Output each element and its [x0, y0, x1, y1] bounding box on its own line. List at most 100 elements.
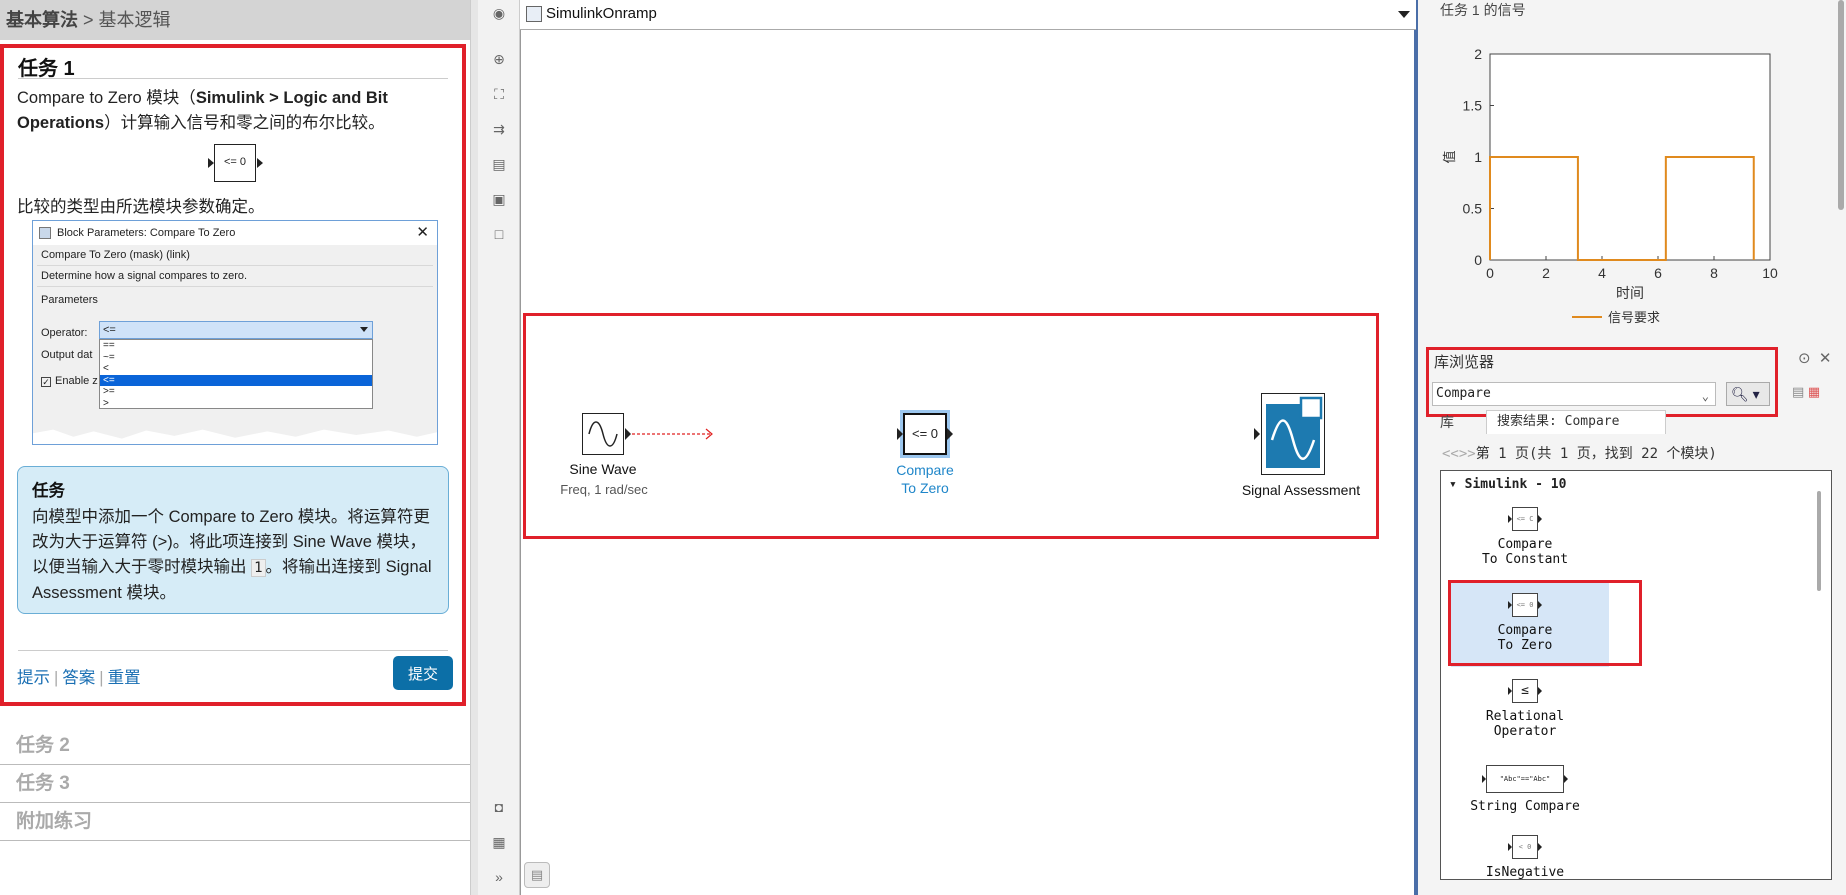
list-view-icon[interactable]: ▤ [1792, 384, 1804, 399]
extra-practice-header[interactable]: 附加练习 [0, 803, 470, 841]
hint-link[interactable]: 提示 [17, 669, 50, 687]
reset-link[interactable]: 重置 [108, 669, 141, 687]
pager-text: 第 1 页(共 1 页，找到 22 个模块) [1475, 446, 1717, 462]
y-tick-label: 1.5 [1463, 98, 1483, 114]
expand-toolbar-icon[interactable]: » [489, 868, 509, 886]
string-compare-icon: "Abc"=="Abc" [1482, 765, 1568, 793]
dialog-block-icon [39, 227, 51, 239]
library-search-value: Compare [1436, 386, 1491, 401]
y-tick-label: 0 [1474, 252, 1482, 268]
library-item[interactable]: "Abc"=="Abc" String Compare [1445, 765, 1605, 814]
expand-triangle-icon: ▾ [1449, 477, 1465, 492]
dialog-titlebar: Block Parameters: Compare To Zero ✕ [33, 221, 437, 245]
task-instruction-box: 任务 向模型中添加一个 Compare to Zero 模块。将运算符更改为大于… [17, 466, 449, 614]
library-item-label: String Compare [1470, 799, 1580, 814]
operator-option: >= [103, 386, 115, 397]
relational-operator-icon: ≤ [1508, 679, 1542, 703]
task-description: Compare to Zero 模块（Simulink > Logic and … [17, 86, 437, 136]
tab-library[interactable]: 库 [1440, 412, 1454, 432]
collapse-icon[interactable]: ⊙ [1798, 350, 1811, 367]
annotation-icon[interactable]: ▤ [489, 155, 509, 173]
operator-options-list: == ~= < <= >= > [99, 339, 373, 409]
breadcrumb: 基本算法 > 基本逻辑 [0, 0, 470, 40]
instruction-code: 1 [251, 559, 266, 577]
canvas-toolbar: ◉ ⊕ ⛶ ⇉ ▤ ▣ □ ◘ ▦ » [478, 0, 520, 895]
task-links: 提示 | 答案 | 重置 [17, 669, 141, 687]
task-instruction-text: 向模型中添加一个 Compare to Zero 模块。将运算符更改为大于运算符… [32, 505, 434, 606]
task-2-header[interactable]: 任务 2 [0, 727, 470, 765]
scrollbar[interactable] [1817, 491, 1821, 591]
task-1-title[interactable]: 任务 1 [18, 52, 75, 81]
task-description-2: 比较的类型由所选模块参数确定。 [17, 198, 265, 216]
library-results-list: ▾ Simulink - 10 <= C Compare To Constant… [1440, 470, 1832, 880]
x-tick-label: 10 [1762, 265, 1778, 281]
desc-text-1: Compare to Zero 模块（ [17, 89, 196, 107]
model-name[interactable]: SimulinkOnramp [546, 5, 657, 22]
signal-routing-icon[interactable]: ⇉ [489, 120, 509, 138]
search-icon: 🔍︎ [1731, 386, 1749, 402]
navigate-back-icon[interactable]: ◉ [489, 4, 509, 22]
operator-option: > [103, 397, 109, 409]
submit-button[interactable]: 提交 [393, 656, 453, 690]
signal-plot: 0 2 4 6 8 10 0 0.5 1 1.5 2 时间 值信号要求 [1442, 46, 1778, 326]
database-icon[interactable]: ▤ [524, 862, 550, 888]
breadcrumb-root[interactable]: 基本算法 [6, 10, 78, 30]
task-panel: 基本算法 > 基本逻辑 任务 1 Compare to Zero 模块（Simu… [0, 0, 470, 895]
library-item[interactable]: <= C Compare To Constant [1445, 507, 1605, 567]
is-negative-icon: < 0 [1508, 835, 1542, 859]
area-icon[interactable]: □ [489, 225, 509, 243]
legend-label: 信号要求 [1608, 311, 1660, 326]
panel-splitter[interactable] [470, 0, 478, 895]
task-3-header[interactable]: 任务 3 [0, 765, 470, 803]
close-icon[interactable]: ✕ [1819, 350, 1832, 367]
fit-to-view-icon[interactable]: ⛶ [489, 85, 509, 103]
answer-link[interactable]: 答案 [62, 669, 95, 687]
model-address-bar: SimulinkOnramp [520, 0, 1418, 30]
task-instruction-title: 任务 [32, 482, 65, 500]
group-name: Simulink - 10 [1464, 477, 1567, 492]
zoom-in-icon[interactable]: ⊕ [489, 50, 509, 68]
library-item-label: Compare [1497, 537, 1553, 552]
output-data-label: Output dat [41, 349, 93, 361]
dialog-parameters-header: Parameters [41, 294, 98, 306]
library-item-label: Operator [1493, 724, 1557, 739]
chevron-down-icon [360, 327, 368, 336]
chevron-down-icon[interactable] [1398, 11, 1410, 24]
breadcrumb-current: 基本逻辑 [98, 10, 171, 30]
divider [37, 286, 433, 287]
y-tick-label: 0.5 [1463, 201, 1483, 217]
operator-value: <= [103, 324, 116, 336]
group-header[interactable]: ▾ Simulink - 10 [1449, 477, 1566, 492]
pager-arrows-icon[interactable]: <<>> [1442, 446, 1476, 462]
highlight-frame [1448, 580, 1642, 666]
library-item[interactable]: < 0 IsNegative [1445, 835, 1605, 879]
block-parameters-dialog-image: Block Parameters: Compare To Zero ✕ Comp… [32, 220, 438, 445]
library-item[interactable]: ≤ Relational Operator [1445, 679, 1605, 739]
scrollbar[interactable] [1838, 0, 1844, 210]
dialog-mask-label: Compare To Zero (mask) (link) [41, 249, 190, 261]
library-search-input[interactable]: Compare ⌄ [1432, 382, 1716, 406]
operator-option: <= [100, 374, 372, 386]
operator-option: == [103, 340, 115, 351]
image-icon[interactable]: ▣ [489, 190, 509, 208]
y-tick-label: 2 [1474, 46, 1482, 62]
highlight-frame [523, 313, 1379, 539]
camera-icon[interactable]: ◘ [489, 798, 509, 816]
x-tick-label: 4 [1598, 265, 1606, 281]
results-pager: <<>>第 1 页(共 1 页，找到 22 个模块) [1442, 443, 1717, 463]
breadcrumb-separator: > [78, 10, 99, 30]
enable-checkbox-row: ✓ Enable z [41, 375, 98, 387]
library-browser-controls: ⊙ ✕ [1798, 349, 1832, 367]
operator-option: ~= [103, 351, 115, 363]
y-axis-label: 值 [1442, 150, 1458, 163]
y-tick-label: 1 [1474, 149, 1482, 165]
grid-view-icon[interactable]: ▦ [1808, 384, 1820, 399]
search-button[interactable]: 🔍︎ ▾ [1726, 382, 1770, 406]
dialog-description: Determine how a signal compares to zero. [41, 270, 248, 282]
model-browser-icon[interactable]: ▦ [489, 833, 509, 851]
x-tick-label: 6 [1654, 265, 1662, 281]
x-axis-label: 时间 [1616, 286, 1644, 302]
x-tick-label: 2 [1542, 265, 1550, 281]
tab-search-results[interactable]: 搜索结果: Compare [1486, 410, 1666, 434]
chevron-down-icon[interactable]: ⌄ [1702, 385, 1709, 407]
